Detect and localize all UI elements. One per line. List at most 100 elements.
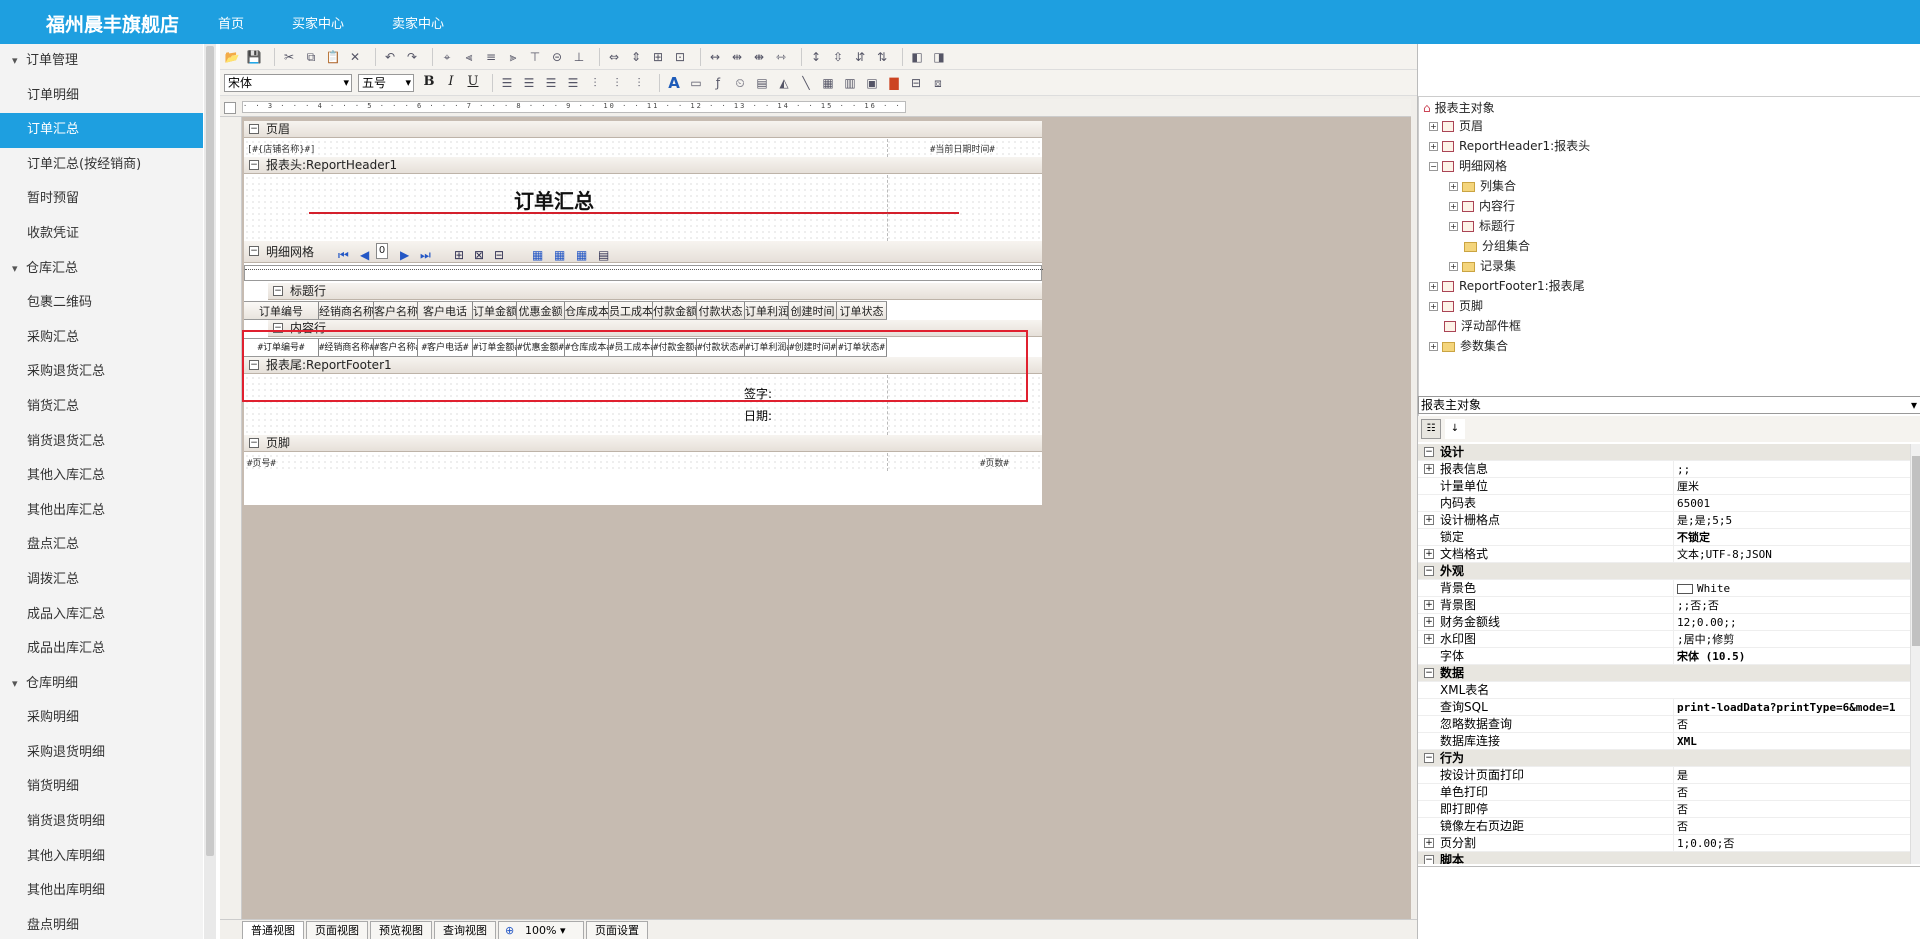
zoom-select[interactable]: ⊕ 100% ▾ <box>498 921 584 939</box>
tree-node[interactable]: + ReportFooter1:报表尾 <box>1429 277 1585 295</box>
property-value[interactable]: 不锁定 <box>1673 529 1910 546</box>
property-category[interactable]: − 脚本 <box>1418 852 1910 864</box>
collapse-icon[interactable]: − <box>1424 447 1434 457</box>
align-bottom-icon[interactable]: ⊥ <box>571 49 587 65</box>
formula-icon[interactable]: ƒ <box>710 75 726 91</box>
align-center-icon[interactable]: ≡ <box>483 49 499 65</box>
underline-button[interactable]: U <box>464 74 482 92</box>
sidebar-item[interactable]: 销货退货汇总 <box>0 425 203 460</box>
first-record-icon[interactable]: ⏮ <box>338 244 349 266</box>
grid-edit-icon[interactable]: ⊞ <box>454 244 464 266</box>
align-top-icon[interactable]: ⊤ <box>527 49 543 65</box>
expand-icon[interactable]: + <box>1449 222 1458 231</box>
next-record-icon[interactable]: ▶ <box>400 244 409 266</box>
memo-icon[interactable]: ▤ <box>754 75 770 91</box>
sidebar-group[interactable]: ▾ 仓库汇总 <box>0 252 203 287</box>
delete-icon[interactable]: ✕ <box>347 49 363 65</box>
v-align-middle-icon[interactable]: ⫶ <box>609 75 625 91</box>
grid-layout-icon-2[interactable]: ▦ <box>554 244 565 266</box>
sidebar-item[interactable]: 其他入库汇总 <box>0 459 203 494</box>
property-value[interactable]: ;居中;修剪 <box>1673 631 1910 648</box>
sidebar-item[interactable]: 采购退货汇总 <box>0 355 203 390</box>
subreport-icon[interactable]: ⊟ <box>908 75 924 91</box>
collapse-icon[interactable]: − <box>249 438 259 448</box>
system-var-icon[interactable]: ⏲ <box>732 75 748 91</box>
property-row[interactable]: 镜像左右页边距 否 <box>1418 818 1910 835</box>
property-row[interactable]: + 页分割 1;0.00;否 <box>1418 835 1910 852</box>
property-row[interactable]: 内码表 65001 <box>1418 495 1910 512</box>
undo-icon[interactable]: ↶ <box>382 49 398 65</box>
column-header[interactable]: 创建时间 <box>789 302 837 319</box>
copy-icon[interactable]: ⧉ <box>303 49 319 65</box>
column-header[interactable]: 客户电话 <box>418 302 473 319</box>
property-value[interactable]: ;;否;否 <box>1673 597 1910 614</box>
tree-node[interactable]: + 参数集合 <box>1429 337 1508 355</box>
property-row[interactable]: + 报表信息;; <box>1418 461 1910 478</box>
column-header[interactable]: 订单利润 <box>745 302 789 319</box>
tree-node[interactable]: + 标题行 <box>1449 217 1515 235</box>
open-icon[interactable]: 📂 <box>224 49 240 65</box>
text-align-right-icon[interactable]: ☰ <box>543 75 559 91</box>
sidebar-item[interactable]: 盘点汇总 <box>0 528 203 563</box>
date-label[interactable]: 日期: <box>744 407 772 424</box>
nav-home[interactable]: 首页 <box>218 13 244 32</box>
v-align-top-icon[interactable]: ⫶ <box>587 75 603 91</box>
align-left-icon[interactable]: ⫷ <box>461 49 477 65</box>
expand-icon[interactable]: + <box>1429 302 1438 311</box>
expand-icon[interactable]: + <box>1449 182 1458 191</box>
expand-icon[interactable]: + <box>1429 282 1438 291</box>
sidebar-item[interactable]: 采购明细 <box>0 701 203 736</box>
paste-icon[interactable]: 📋 <box>325 49 341 65</box>
grid-icon[interactable]: ⊡ <box>672 49 688 65</box>
sidebar-scroll-thumb[interactable] <box>206 46 214 856</box>
collapse-icon[interactable]: − <box>1424 753 1434 763</box>
align-right-icon[interactable]: ⫸ <box>505 49 521 65</box>
collapse-icon[interactable]: − <box>1424 668 1434 678</box>
tab-query-view[interactable]: 查询视图 <box>434 921 496 939</box>
band-detail-grid[interactable]: − 明细网格 ⏮ ◀ 0 ▶ ⏭ ⊞ ⊠ ⊟ ▦ ▦ ▦ ▤ <box>244 241 1042 263</box>
property-row[interactable]: XML表名 <box>1418 682 1910 699</box>
property-value[interactable]: 厘米 <box>1673 478 1910 495</box>
tree-node[interactable]: − 明细网格 <box>1429 157 1507 175</box>
page-footer-area[interactable]: #页号# #页数# <box>244 453 1042 471</box>
property-row[interactable]: 背景色 White <box>1418 580 1910 597</box>
grid-layout-icon-4[interactable]: ▤ <box>598 244 609 266</box>
expand-icon[interactable]: + <box>1429 342 1438 351</box>
cut-icon[interactable]: ✂ <box>281 49 297 65</box>
grid-layout-icon-3[interactable]: ▦ <box>576 244 587 266</box>
page-number-field[interactable]: #页号# <box>247 456 276 469</box>
property-row[interactable]: + 设计栅格点 是;是;5;5 <box>1418 512 1910 529</box>
sidebar-item[interactable]: 暂时预留 <box>0 182 203 217</box>
expand-icon[interactable]: + <box>1424 634 1434 644</box>
sidebar-item[interactable]: 盘点明细 <box>0 909 203 939</box>
band-page-header[interactable]: − 页眉 <box>244 121 1042 138</box>
sidebar-group[interactable]: ▾ 仓库明细 <box>0 667 203 702</box>
property-scroll-thumb[interactable] <box>1912 456 1920 646</box>
property-category[interactable]: − 数据 <box>1418 665 1910 682</box>
text-align-center-icon[interactable]: ☰ <box>521 75 537 91</box>
text-align-left-icon[interactable]: ☰ <box>499 75 515 91</box>
same-height-icon[interactable]: ⇕ <box>628 49 644 65</box>
v-space-clear-icon[interactable]: ⇅ <box>874 49 890 65</box>
page-settings-button[interactable]: 页面设置 <box>586 921 648 939</box>
collapse-icon[interactable]: − <box>1429 162 1438 171</box>
chart-icon[interactable]: ▇ <box>886 75 902 91</box>
column-header[interactable]: 订单编号 <box>244 302 319 319</box>
font-select[interactable]: 宋体 <box>224 73 352 92</box>
property-row[interactable]: + 文档格式 文本;UTF-8;JSON <box>1418 546 1910 563</box>
expand-icon[interactable]: + <box>1424 515 1434 525</box>
h-space-clear-icon[interactable]: ⇿ <box>773 49 789 65</box>
nav-seller-center[interactable]: 卖家中心 <box>392 13 444 32</box>
grid-delete-icon[interactable]: ⊟ <box>494 244 504 266</box>
report-header-area[interactable]: 订单汇总 <box>244 175 1042 241</box>
tree-node[interactable]: + 列集合 <box>1449 177 1516 195</box>
sidebar-item[interactable]: 成品出库汇总 <box>0 632 203 667</box>
property-value[interactable]: 否 <box>1673 801 1910 818</box>
property-row[interactable]: 忽略数据查询 否 <box>1418 716 1910 733</box>
tab-preview-view[interactable]: 预览视图 <box>370 921 432 939</box>
band-report-header[interactable]: − 报表头:ReportHeader1 <box>244 157 1042 174</box>
shop-name-field[interactable]: [#{店铺名称}#] <box>247 142 316 155</box>
bring-front-icon[interactable]: ◧ <box>909 49 925 65</box>
sidebar-item[interactable]: 其他出库汇总 <box>0 494 203 529</box>
v-space-dec-icon[interactable]: ⇵ <box>852 49 868 65</box>
